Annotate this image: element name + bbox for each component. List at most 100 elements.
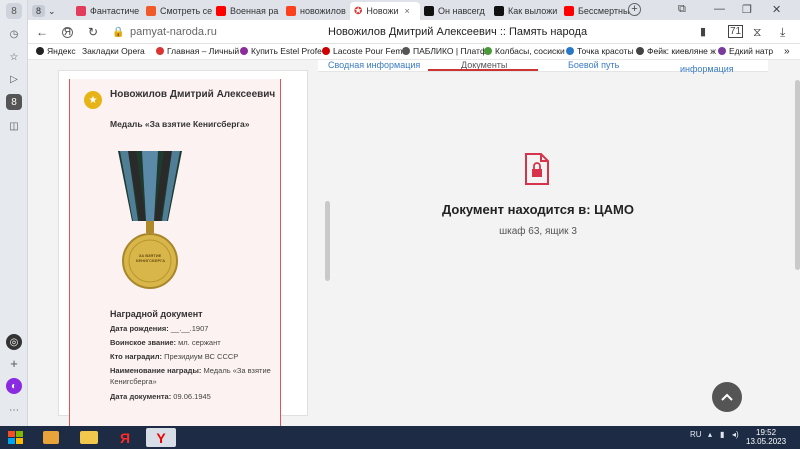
- field-awarder: Кто наградил: Президиум ВС СССР: [110, 351, 275, 362]
- m-icon: [76, 6, 86, 16]
- field-doc-date: Дата документа: 09.06.1945: [110, 391, 275, 402]
- extensions-icon[interactable]: ⧖: [753, 25, 761, 40]
- medal-badge-icon: ★: [84, 91, 102, 109]
- chevron-down-icon: ⌄: [48, 5, 54, 16]
- bookmark-item[interactable]: ПАБЛИКО | Платф: [402, 46, 487, 56]
- snapshot-icon[interactable]: ◫: [6, 118, 22, 134]
- tab-1[interactable]: Фантастиче: [72, 2, 142, 20]
- language-indicator[interactable]: RU: [690, 430, 702, 439]
- close-icon[interactable]: ×: [405, 6, 410, 16]
- locked-document-icon: [524, 153, 550, 188]
- close-window-button[interactable]: ✕: [772, 3, 781, 16]
- plus-icon: [424, 6, 434, 16]
- bookmarks-icon[interactable]: ☆: [6, 49, 22, 65]
- add-icon[interactable]: +: [6, 355, 22, 371]
- page-title: Новожилов Дмитрий Алексеевич :: Память н…: [328, 26, 588, 38]
- bookmark-item[interactable]: Колбасы, сосиски: [484, 46, 565, 56]
- youtube-icon: [564, 6, 574, 16]
- workspace-icon[interactable]: 8: [6, 94, 22, 110]
- reload-icon[interactable]: ↻: [88, 25, 98, 39]
- player-icon[interactable]: ▷: [6, 71, 22, 87]
- award-doc-heading: Наградной документ: [110, 309, 203, 319]
- tab-counter[interactable]: 8 ⌄: [28, 2, 54, 20]
- tab-3[interactable]: Военная ра: [212, 2, 282, 20]
- bookmark-label: Главная – Личный: [167, 46, 240, 56]
- tab-count: 8: [32, 5, 46, 17]
- tab-counter-icon[interactable]: 8: [6, 3, 22, 19]
- tab-7[interactable]: Как выложи: [490, 2, 560, 20]
- info-tabs: Сводная информация Документы Боевой путь…: [318, 60, 768, 74]
- medal-name: Медаль «За взятие Кенигсберга»: [110, 119, 250, 129]
- bookmark-item[interactable]: Купить Estel Profe: [240, 46, 322, 56]
- tab-label: Смотреть се: [160, 6, 212, 16]
- field-birth: Дата рождения: __.__.1907: [110, 323, 275, 334]
- document-location-message: Документ находится в: ЦАМО: [442, 202, 634, 217]
- field-award-name: Наименование награды: Медаль «За взятие …: [110, 365, 275, 387]
- url-field[interactable]: pamyat-naroda.ru: [130, 26, 217, 38]
- media-player-icon[interactable]: [36, 428, 66, 447]
- tab-label: Бессмертны: [578, 6, 630, 16]
- bookmark-icon[interactable]: ▮: [700, 25, 706, 38]
- yandex-active-icon[interactable]: Y: [146, 428, 176, 447]
- start-button[interactable]: [3, 428, 29, 447]
- bookmarks-more-icon[interactable]: »: [784, 46, 790, 57]
- tab-8[interactable]: Бессмертны: [560, 2, 630, 20]
- yandex-browser-icon[interactable]: Я: [110, 428, 140, 447]
- tab-6[interactable]: Он навсегд: [420, 2, 490, 20]
- scroll-top-button[interactable]: [712, 382, 742, 412]
- bookmark-item[interactable]: Точка красоты: [566, 46, 634, 56]
- address-bar: ← Я ↻ 🔒 pamyat-naroda.ru Новожилов Дмитр…: [28, 20, 800, 44]
- minimize-button[interactable]: —: [714, 3, 725, 15]
- tab-bar: 8 ⌄ Фантастиче Смотреть се Военная ра нов…: [28, 0, 800, 20]
- yandex-logo-icon[interactable]: Я: [62, 27, 73, 38]
- bookmark-item[interactable]: Фейк: киевляне ж: [636, 46, 716, 56]
- bookmark-item[interactable]: Lacoste Pour Femi: [322, 46, 404, 56]
- award-card-inner: ★ Новожилов Дмитрий Алексеевич Медаль «З…: [69, 79, 281, 426]
- search-tabs-icon[interactable]: ⧉: [678, 3, 686, 16]
- bookmark-label: Купить Estel Profe: [251, 46, 322, 56]
- site-icon: [322, 47, 330, 55]
- maximize-button[interactable]: ❐: [742, 3, 752, 16]
- clock-date: 13.05.2023: [746, 437, 787, 446]
- yandex-icon: [36, 47, 44, 55]
- back-icon[interactable]: ←: [36, 25, 48, 39]
- taskbar: Я Y RU ▴ ▮ ◂) 19:52 13.05.2023: [0, 426, 800, 449]
- field-value: Президиум ВС СССР: [164, 352, 239, 361]
- site-icon: [718, 47, 726, 55]
- ai-icon[interactable]: ◎: [6, 334, 22, 350]
- field-value: 09.06.1945: [173, 392, 211, 401]
- tab-info[interactable]: информация: [680, 64, 734, 74]
- page-scrollbar[interactable]: [795, 80, 800, 270]
- new-tab-button[interactable]: +: [628, 3, 641, 16]
- file-explorer-icon[interactable]: [74, 428, 104, 447]
- clock[interactable]: 19:52 13.05.2023: [746, 428, 786, 446]
- youtube-icon: [216, 6, 226, 16]
- bookmark-item[interactable]: Закладки Opera: [82, 46, 145, 56]
- card-scrollbar[interactable]: [325, 201, 330, 281]
- tab-2[interactable]: Смотреть се: [142, 2, 212, 20]
- download-icon[interactable]: ⤓: [780, 25, 785, 40]
- tab-4[interactable]: новожилов: [282, 2, 352, 20]
- play-icon: [146, 6, 156, 16]
- alice-icon[interactable]: ◐: [6, 378, 22, 394]
- chevron-up-icon: [721, 393, 733, 401]
- bookmark-item[interactable]: Едкий натр: [718, 46, 773, 56]
- site-icon: [156, 47, 164, 55]
- bookmark-item[interactable]: Главная – Личный: [156, 46, 239, 56]
- history-icon[interactable]: ◷: [6, 26, 22, 42]
- tab-combat-path[interactable]: Боевой путь: [568, 60, 619, 70]
- bookmark-label: Колбасы, сосиски: [495, 46, 565, 56]
- bookmark-item[interactable]: Яндекс: [36, 46, 76, 56]
- tray-arrow-icon[interactable]: ▴: [708, 430, 712, 439]
- active-tab-underline: [428, 69, 538, 71]
- tab-summary[interactable]: Сводная информация: [328, 60, 420, 70]
- volume-icon[interactable]: ◂): [732, 430, 739, 439]
- bookmark-label: Фейк: киевляне ж: [647, 46, 716, 56]
- site-icon: [240, 47, 248, 55]
- tab-active[interactable]: ✪ Новожи ×: [350, 2, 420, 20]
- person-name: Новожилов Дмитрий Алексеевич: [110, 89, 276, 100]
- more-icon[interactable]: ⋯: [6, 402, 22, 418]
- network-icon[interactable]: ▮: [720, 430, 724, 439]
- field-label: Воинское звание:: [110, 338, 177, 347]
- reader-icon[interactable]: 71: [728, 25, 744, 38]
